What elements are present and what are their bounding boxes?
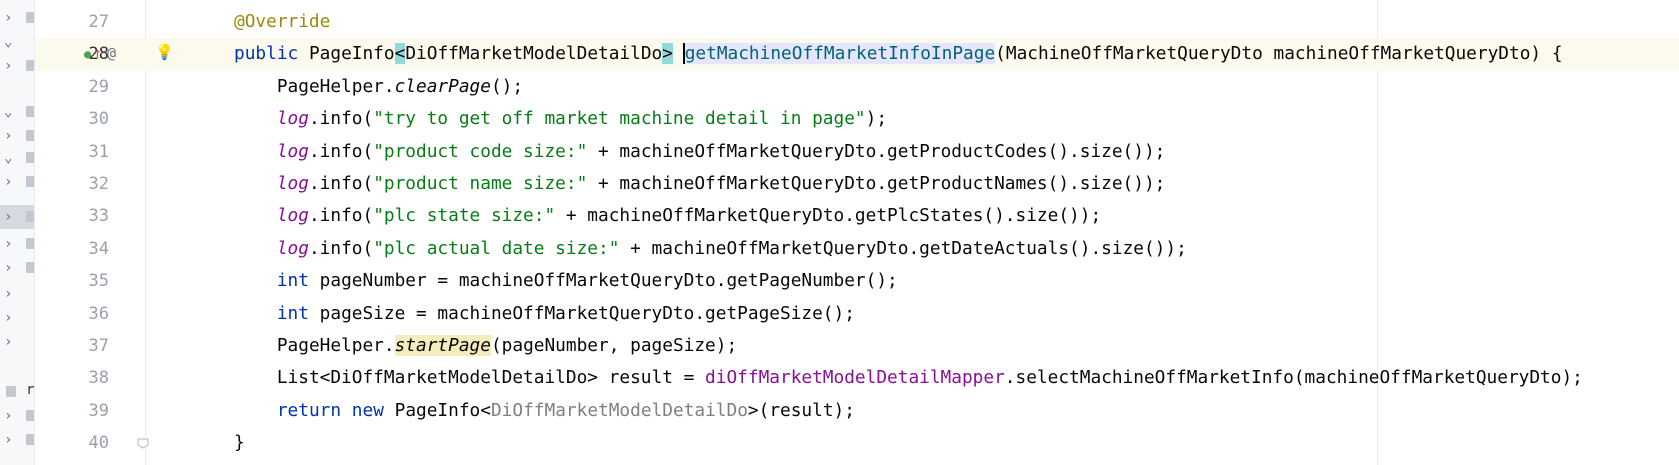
code-text[interactable]: log.info("plc state size:" + machineOffM… (234, 200, 1101, 232)
line-number: 38 (88, 368, 109, 389)
chevron-right-icon[interactable]: › (4, 127, 12, 145)
code-line[interactable]: 31 log.info("product code size:" + machi… (35, 136, 1679, 168)
code-text[interactable]: PageHelper.startPage(pageNumber, pageSiz… (234, 330, 737, 362)
chevron-down-icon[interactable]: ⌄ (4, 33, 12, 51)
code-editor[interactable]: 27 @Override 28 ● ↑ @ 💡 public PageInfo<… (35, 0, 1679, 465)
arrow-up-icon[interactable]: ↑ (93, 44, 102, 62)
tree-node[interactable]: › (0, 170, 34, 194)
line-number: 39 (88, 400, 109, 421)
line-number: 31 (88, 141, 109, 162)
folder-icon (26, 152, 34, 163)
line-number: 27 (88, 12, 109, 32)
tree-node[interactable]: ⌄ (0, 30, 34, 54)
tree-node[interactable]: › (0, 124, 34, 148)
chevron-right-icon[interactable]: › (4, 259, 12, 277)
bulb-icon[interactable]: 💡 (155, 43, 174, 61)
method-declaration: getMachineOffMarketInfoInPage (682, 43, 996, 65)
code-line[interactable]: 38 List<DiOffMarketModelDetailDo> result… (35, 362, 1679, 394)
tree-node[interactable]: ⌄ (0, 146, 34, 170)
file-icon (26, 238, 34, 249)
tree-node[interactable]: › (0, 6, 34, 30)
line-number: 35 (88, 271, 109, 292)
folder-icon (26, 12, 34, 23)
chevron-down-icon[interactable]: ⌄ (4, 103, 12, 121)
code-line[interactable]: 29 PageHelper.clearPage(); (35, 71, 1679, 103)
folder-icon (26, 410, 34, 421)
line-number: 40 (88, 433, 109, 454)
code-text[interactable]: int pageNumber = machineOffMarketQueryDt… (234, 265, 898, 297)
code-text[interactable]: log.info("try to get off market machine … (234, 103, 887, 135)
tree-node[interactable]: › (0, 232, 34, 256)
folder-icon (26, 434, 34, 445)
chevron-right-icon[interactable]: › (4, 309, 12, 327)
chevron-right-icon[interactable]: › (4, 333, 12, 351)
project-tree-panel: › ⌄ › ⌄ › ⌄ › › › › › › › r › › (0, 0, 35, 465)
tree-node[interactable]: r (0, 380, 34, 404)
code-text[interactable]: log.info("product code size:" + machineO… (234, 136, 1166, 168)
code-text[interactable]: log.info("product name size:" + machineO… (234, 168, 1166, 200)
implements-method-icon[interactable]: ● (84, 45, 91, 63)
code-text[interactable]: PageHelper.clearPage(); (234, 71, 523, 103)
chevron-down-icon[interactable]: ⌄ (4, 149, 12, 167)
line-number: 30 (88, 109, 109, 130)
code-line[interactable]: 37 PageHelper.startPage(pageNumber, page… (35, 330, 1679, 362)
code-text[interactable]: return new PageInfo<DiOffMarketModelDeta… (234, 395, 855, 427)
folder-icon (26, 106, 34, 117)
code-line[interactable]: 27 @Override (35, 6, 1679, 38)
line-number: 29 (88, 76, 109, 97)
fold-end-icon[interactable] (137, 437, 149, 449)
chevron-right-icon[interactable]: › (4, 407, 12, 425)
module-icon (6, 386, 16, 397)
line-number: 36 (88, 303, 109, 324)
line-number: 34 (88, 238, 109, 259)
folder-icon (26, 60, 34, 71)
line-number: 37 (88, 336, 109, 356)
chevron-right-icon[interactable]: › (4, 235, 12, 253)
tree-node[interactable]: › (0, 54, 34, 78)
tree-node-selected[interactable]: › (0, 205, 34, 229)
code-text[interactable]: List<DiOffMarketModelDetailDo> result = … (234, 362, 1583, 394)
chevron-right-icon[interactable]: › (4, 208, 12, 226)
code-line[interactable]: 36 int pageSize = machineOffMarketQueryD… (35, 298, 1679, 330)
code-line[interactable]: 35 int pageNumber = machineOffMarketQuer… (35, 265, 1679, 297)
highlighted-usage: startPage (394, 335, 491, 356)
folder-icon (26, 130, 34, 141)
chevron-right-icon[interactable]: › (4, 57, 12, 75)
chevron-right-icon[interactable]: › (4, 285, 12, 303)
tree-node[interactable]: › (0, 282, 34, 306)
annotation-icon[interactable]: @ (107, 44, 116, 62)
tree-node-label: r (26, 382, 35, 398)
code-line[interactable]: 30 log.info("try to get off market machi… (35, 103, 1679, 135)
code-text[interactable]: log.info("plc actual date size:" + machi… (234, 233, 1187, 265)
code-line[interactable]: 32 log.info("product name size:" + machi… (35, 168, 1679, 200)
code-text[interactable]: int pageSize = machineOffMarketQueryDto.… (234, 298, 855, 330)
tree-node[interactable]: › (0, 428, 34, 452)
code-text[interactable]: public PageInfo<DiOffMarketModelDetailDo… (234, 38, 1563, 70)
line-number: 33 (88, 206, 109, 227)
code-line[interactable]: 33 log.info("plc state size:" + machineO… (35, 200, 1679, 232)
code-line-current[interactable]: 28 ● ↑ @ 💡 public PageInfo<DiOffMarketMo… (35, 38, 1679, 71)
file-icon (26, 176, 34, 187)
tree-node[interactable]: ⌄ (0, 100, 34, 124)
tree-node[interactable]: › (0, 330, 34, 354)
code-text[interactable]: @Override (234, 6, 330, 38)
code-line[interactable]: 34 log.info("plc actual date size:" + ma… (35, 233, 1679, 265)
chevron-right-icon[interactable]: › (4, 431, 12, 449)
tree-node[interactable]: › (0, 256, 34, 280)
code-line[interactable]: 40 } (35, 427, 1679, 459)
line-number: 32 (88, 174, 109, 194)
code-line[interactable]: 39 return new PageInfo<DiOffMarketModelD… (35, 395, 1679, 427)
file-icon (26, 262, 34, 273)
tree-node[interactable]: › (0, 306, 34, 330)
code-text[interactable]: } (234, 427, 245, 459)
chevron-right-icon[interactable]: › (4, 173, 12, 191)
file-icon (26, 211, 34, 222)
tree-node[interactable]: › (0, 404, 34, 428)
chevron-right-icon[interactable]: › (4, 9, 12, 27)
